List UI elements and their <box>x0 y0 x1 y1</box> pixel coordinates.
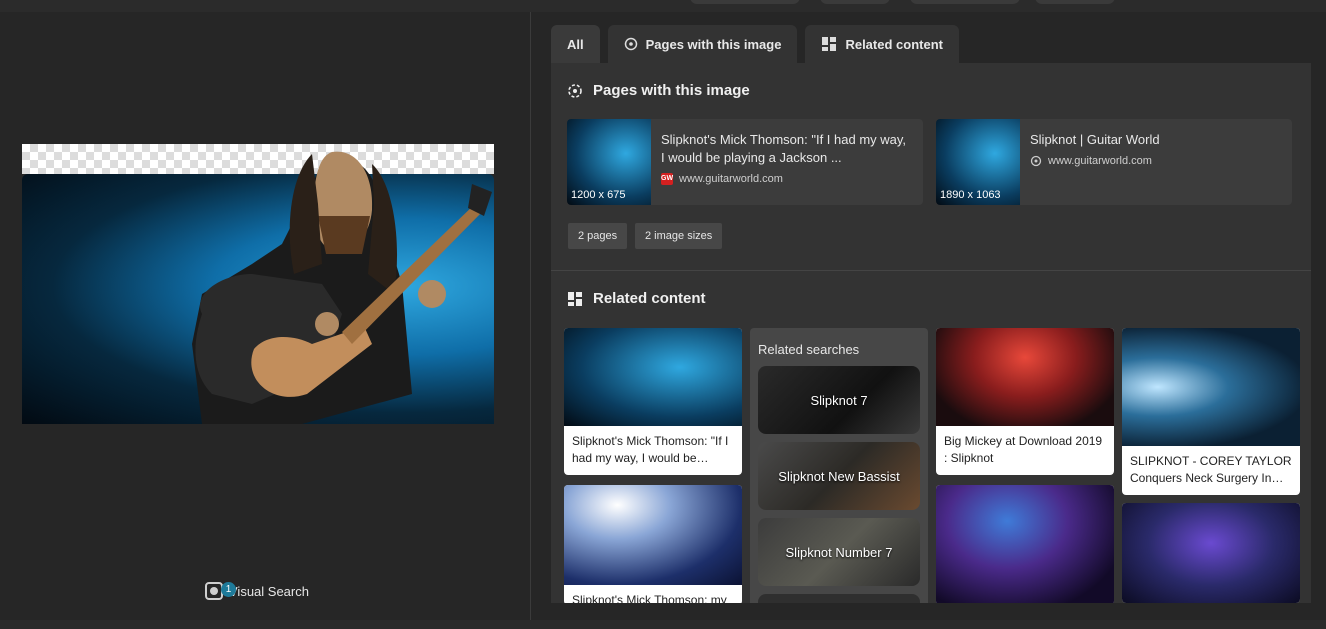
page-title: Slipknot | Guitar World <box>1030 132 1160 147</box>
image-sizes-chip[interactable]: 2 image sizes <box>635 223 723 249</box>
tab-pages-label: Pages with this image <box>645 36 782 52</box>
related-image-thumbnail <box>564 485 742 585</box>
image-dimensions: 1200 x 675 <box>571 189 626 201</box>
page-url-row: GW www.guitarworld.com <box>661 173 913 185</box>
related-image-thumbnail <box>1122 328 1300 446</box>
pages-icon <box>568 83 582 98</box>
related-searches-title: Related searches <box>758 342 860 357</box>
related-image-thumbnail <box>564 328 742 426</box>
tab-related-content[interactable]: Related content <box>805 25 959 63</box>
bottom-strip <box>0 620 1326 629</box>
pages-section-title: Pages with this image <box>593 82 750 99</box>
related-search-label: Slipknot Number 7 <box>785 544 893 560</box>
related-section-heading: Related content <box>567 290 706 307</box>
tab-all-label: All <box>567 36 584 52</box>
grid-icon <box>822 37 837 51</box>
main-image[interactable] <box>22 144 494 424</box>
related-image-caption: Slipknot's Mick Thomson: "If I had my wa… <box>572 434 729 465</box>
related-image-card[interactable]: Slipknot's Mick Thomson: my <box>564 485 742 603</box>
top-filter-pill[interactable] <box>910 0 1020 4</box>
related-search-label: Slipknot 7 <box>810 392 868 408</box>
page-url: www.guitarworld.com <box>1048 155 1152 167</box>
related-search-label: Slipknot New Bassist <box>778 468 900 484</box>
pages-section-heading: Pages with this image <box>567 82 750 99</box>
related-section-title: Related content <box>593 290 706 307</box>
results-panel: Pages with this image 1200 x 675 Slipkno… <box>551 63 1311 603</box>
related-image-card[interactable] <box>936 485 1114 603</box>
related-image-caption: Slipknot's Mick Thomson: my <box>572 593 727 603</box>
related-image-caption: SLIPKNOT - COREY TAYLOR Conquers Neck Su… <box>1130 454 1292 485</box>
page-card[interactable]: 1890 x 1063 Slipknot | Guitar World www.… <box>936 119 1292 205</box>
grid-icon <box>568 291 582 306</box>
related-image-card[interactable]: Slipknot's Mick Thomson: "If I had my wa… <box>564 328 742 475</box>
page-url-row: www.guitarworld.com <box>1030 155 1160 167</box>
page-thumbnail: 1890 x 1063 <box>936 119 1020 205</box>
related-search-item[interactable]: Slipknot Number 7 <box>758 518 920 586</box>
image-preview-pane: Visual Search 1 <box>0 12 530 620</box>
related-image-thumbnail <box>936 485 1114 603</box>
related-image-caption: Big Mickey at Download 2019 : Slipknot <box>944 434 1103 465</box>
related-searches-panel: Related searches Slipknot 7 Slipknot New… <box>750 328 928 603</box>
related-search-item[interactable]: Slipknot New Bassist <box>758 442 920 510</box>
page-url: www.guitarworld.com <box>679 173 783 185</box>
globe-icon <box>1030 155 1042 167</box>
related-image-card[interactable]: SLIPKNOT - COREY TAYLOR Conquers Neck Su… <box>1122 328 1300 495</box>
section-divider <box>551 270 1311 271</box>
page-thumbnail: 1200 x 675 <box>567 119 651 205</box>
top-filter-pill[interactable] <box>1035 0 1115 4</box>
visual-search-badge: 1 <box>221 582 236 597</box>
page-title: Slipknot's Mick Thomson: "If I had my wa… <box>661 132 907 165</box>
visual-search-label: Visual Search <box>229 583 309 599</box>
results-tabs: All Pages with this image Related conten… <box>551 25 959 63</box>
related-image-card[interactable] <box>1122 503 1300 603</box>
image-dimensions: 1890 x 1063 <box>940 189 1001 201</box>
tab-related-label: Related content <box>845 36 943 52</box>
top-strip <box>0 0 1326 12</box>
related-image-thumbnail <box>1122 503 1300 603</box>
related-search-item[interactable]: Slipknot 7 <box>758 366 920 434</box>
page-card[interactable]: 1200 x 675 Slipknot's Mick Thomson: "If … <box>567 119 923 205</box>
related-image-card[interactable]: Big Mickey at Download 2019 : Slipknot <box>936 328 1114 475</box>
pane-divider <box>530 12 531 620</box>
tab-all[interactable]: All <box>551 25 600 63</box>
top-filter-pill[interactable] <box>820 0 890 4</box>
guitarist-figure <box>192 151 492 424</box>
guitarworld-favicon-icon: GW <box>661 173 673 185</box>
top-filter-pill[interactable] <box>690 0 800 4</box>
pages-icon <box>624 37 637 51</box>
related-image-thumbnail <box>936 328 1114 426</box>
pages-count-chip[interactable]: 2 pages <box>568 223 628 249</box>
related-search-item[interactable] <box>758 594 920 603</box>
tab-pages-with-this-image[interactable]: Pages with this image <box>607 25 798 63</box>
